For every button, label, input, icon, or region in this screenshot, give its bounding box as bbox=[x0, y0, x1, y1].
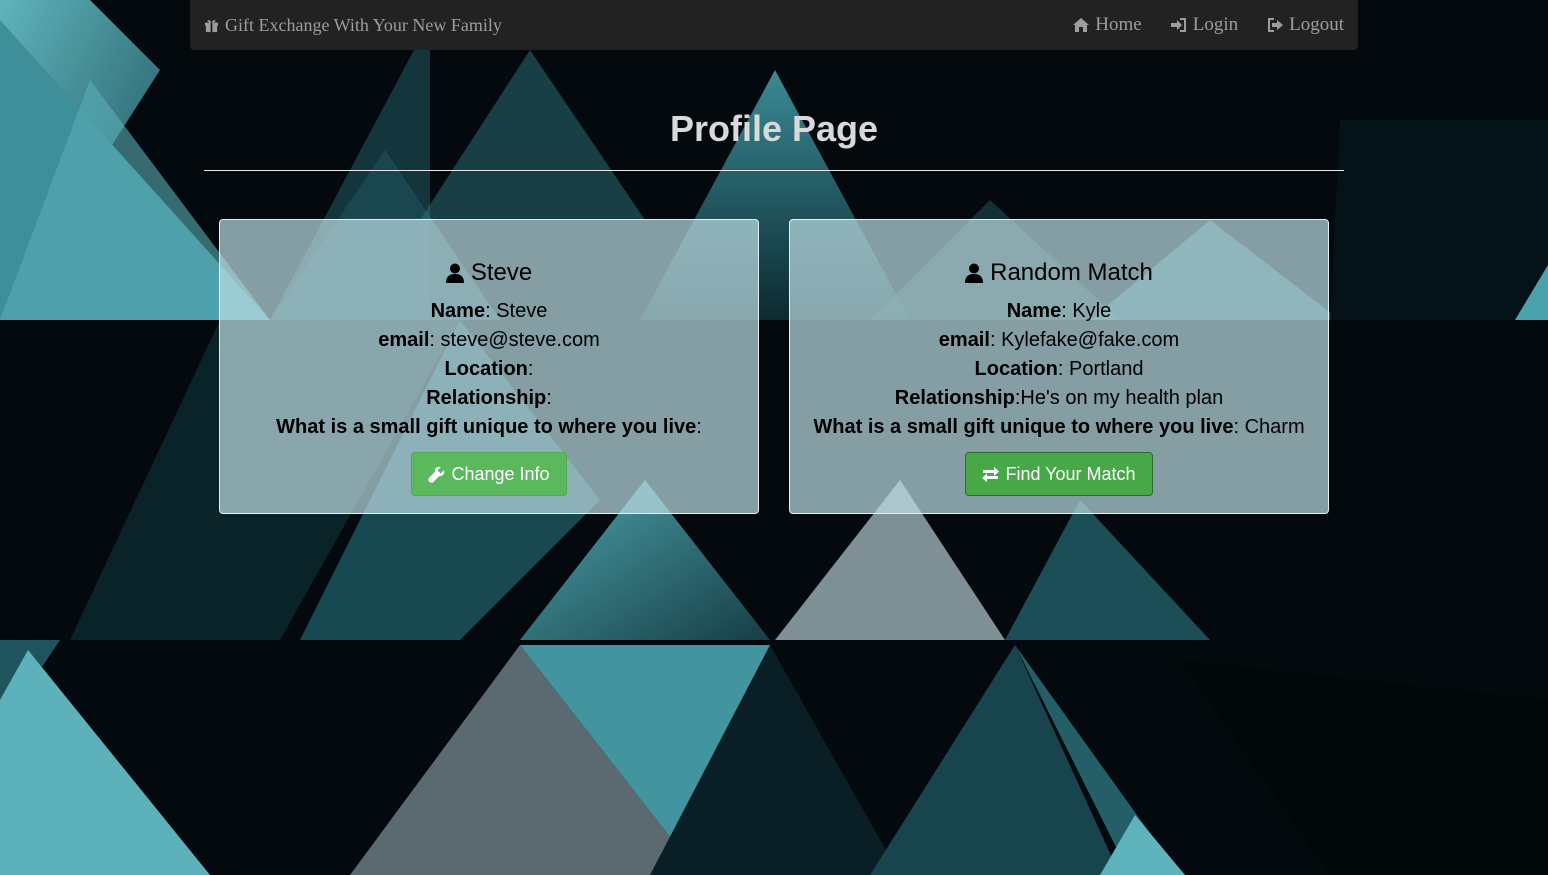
field-label: Location bbox=[974, 358, 1058, 380]
field-label: What is a small gift unique to where you… bbox=[813, 416, 1234, 438]
field-label: Name bbox=[430, 300, 486, 322]
title-divider bbox=[204, 170, 1344, 171]
field-separator: : bbox=[1057, 358, 1069, 380]
match-card-title: Random Match bbox=[790, 258, 1328, 288]
profile-field-name: Name: Steve bbox=[220, 297, 758, 326]
profile-field-relationship: Relationship: bbox=[220, 384, 758, 413]
match-field-location: Location: Portland bbox=[790, 355, 1328, 384]
nav-home-link[interactable]: Home bbox=[1072, 14, 1142, 36]
top-navbar: Gift Exchange With Your New Family Home … bbox=[190, 0, 1358, 50]
field-value: steve@steve.com bbox=[440, 329, 600, 351]
profile-card-title-text: Steve bbox=[470, 259, 533, 286]
profile-field-location: Location: bbox=[220, 355, 758, 384]
profile-card: Steve Name: Steve email: steve@steve.com… bbox=[219, 219, 759, 514]
navbar-brand[interactable]: Gift Exchange With Your New Family bbox=[204, 0, 502, 50]
match-card-title-text: Random Match bbox=[990, 259, 1153, 286]
field-label: Relationship bbox=[426, 387, 547, 409]
field-value: Charm bbox=[1244, 416, 1305, 438]
field-separator: : bbox=[1233, 416, 1245, 438]
user-icon bbox=[965, 263, 984, 283]
profile-card-title: Steve bbox=[220, 258, 758, 288]
field-value: He's on my health plan bbox=[1020, 387, 1224, 409]
field-value: Kylefake@fake.com bbox=[1001, 329, 1180, 351]
user-icon bbox=[445, 263, 464, 283]
profile-field-gift: What is a small gift unique to where you… bbox=[220, 413, 758, 442]
nav-login-label: Login bbox=[1192, 14, 1239, 35]
field-separator: : bbox=[1061, 300, 1073, 322]
exchange-icon bbox=[982, 466, 1000, 482]
sign-out-icon bbox=[1268, 18, 1284, 32]
change-info-button[interactable]: Change Info bbox=[411, 452, 567, 496]
field-separator: : bbox=[989, 329, 1002, 351]
match-field-name: Name: Kyle bbox=[790, 297, 1328, 326]
gift-icon bbox=[204, 19, 219, 32]
field-separator: : bbox=[527, 358, 534, 380]
field-label: email bbox=[938, 329, 990, 351]
field-separator: : bbox=[546, 387, 552, 409]
wrench-icon bbox=[428, 466, 445, 483]
nav-home-label: Home bbox=[1095, 14, 1142, 35]
match-fields: Name: Kyle email: Kylefake@fake.com Loca… bbox=[790, 297, 1328, 442]
field-value: Kyle bbox=[1072, 300, 1112, 322]
nav-logout-link[interactable]: Logout bbox=[1266, 14, 1344, 36]
profile-field-email: email: steve@steve.com bbox=[220, 326, 758, 355]
field-separator: : bbox=[485, 300, 497, 322]
match-field-email: email: Kylefake@fake.com bbox=[790, 326, 1328, 355]
field-value: Steve bbox=[496, 300, 548, 322]
nav-logout-label: Logout bbox=[1289, 14, 1344, 35]
field-value: Portland bbox=[1068, 358, 1144, 380]
profile-fields: Name: Steve email: steve@steve.com Locat… bbox=[220, 297, 758, 442]
change-info-label: Change Info bbox=[451, 463, 550, 484]
match-field-relationship: Relationship:He's on my health plan bbox=[790, 384, 1328, 413]
nav-links: Home Login Logout bbox=[1072, 0, 1344, 50]
field-label: email bbox=[378, 329, 430, 351]
brand-label: Gift Exchange With Your New Family bbox=[225, 15, 502, 35]
field-label: Name bbox=[1006, 300, 1062, 322]
nav-login-link[interactable]: Login bbox=[1170, 14, 1238, 36]
find-match-button[interactable]: Find Your Match bbox=[965, 452, 1153, 496]
field-label: Location bbox=[444, 358, 528, 380]
home-icon bbox=[1073, 18, 1090, 32]
sign-in-icon bbox=[1170, 18, 1186, 32]
match-field-gift: What is a small gift unique to where you… bbox=[790, 413, 1328, 442]
find-match-label: Find Your Match bbox=[1005, 463, 1136, 484]
field-label: What is a small gift unique to where you… bbox=[276, 416, 697, 438]
field-label: Relationship bbox=[894, 387, 1015, 409]
page-title: Profile Page bbox=[669, 108, 879, 149]
match-card: Random Match Name: Kyle email: Kylefake@… bbox=[789, 219, 1329, 514]
field-separator: : bbox=[696, 416, 702, 438]
field-separator: : bbox=[429, 329, 441, 351]
